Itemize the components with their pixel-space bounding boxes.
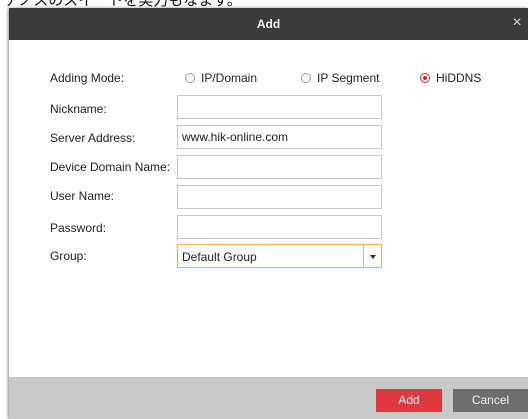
radio-ip-segment-label: IP Segment (317, 71, 380, 85)
radio-ip-domain-label: IP/Domain (201, 71, 258, 85)
nickname-label: Nickname: (50, 102, 107, 116)
dialog-title: Add (256, 17, 281, 31)
radio-ip-domain[interactable]: IP/Domain (185, 70, 257, 86)
background-caption-text: ナノスのスイートを実力もなます。 (4, 0, 242, 8)
server-address-label: Server Address: (50, 131, 136, 145)
device-domain-name-label: Device Domain Name: (50, 160, 171, 174)
radio-circle-icon (301, 73, 311, 83)
dialog-footer: Add Cancel (9, 377, 528, 419)
radio-checked-icon (420, 73, 430, 83)
radio-circle-icon (185, 73, 195, 83)
group-select-value: Default Group (182, 250, 257, 264)
add-button[interactable]: Add (376, 389, 442, 412)
radio-hiddns[interactable]: HiDDNS (420, 70, 481, 86)
radio-ip-segment[interactable]: IP Segment (301, 70, 379, 86)
add-device-dialog: Add × Adding Mode: IP/Domain IP Segment … (9, 8, 528, 419)
server-address-input[interactable] (178, 126, 381, 148)
adding-mode-label: Adding Mode: (50, 71, 125, 85)
dialog-titlebar: Add × (9, 8, 528, 40)
device-domain-name-field[interactable] (177, 155, 382, 179)
password-label: Password: (50, 221, 107, 235)
user-name-label: User Name: (50, 189, 115, 203)
password-input[interactable] (178, 216, 381, 238)
device-domain-name-input[interactable] (178, 156, 381, 178)
user-name-field[interactable] (177, 185, 382, 209)
close-icon[interactable]: × (506, 8, 528, 40)
radio-hiddns-label: HiDDNS (436, 71, 482, 85)
cancel-button[interactable]: Cancel (453, 389, 528, 412)
server-address-field[interactable] (177, 125, 382, 149)
chevron-down-icon[interactable] (363, 245, 381, 267)
nickname-field[interactable] (177, 95, 382, 119)
group-select[interactable]: Default Group (177, 244, 382, 268)
password-field[interactable] (177, 215, 382, 239)
nickname-input[interactable] (178, 96, 381, 118)
group-label: Group: (50, 249, 87, 263)
background-caption: ナノスのスイートを実力もなます。 (0, 0, 528, 8)
user-name-input[interactable] (178, 186, 381, 208)
